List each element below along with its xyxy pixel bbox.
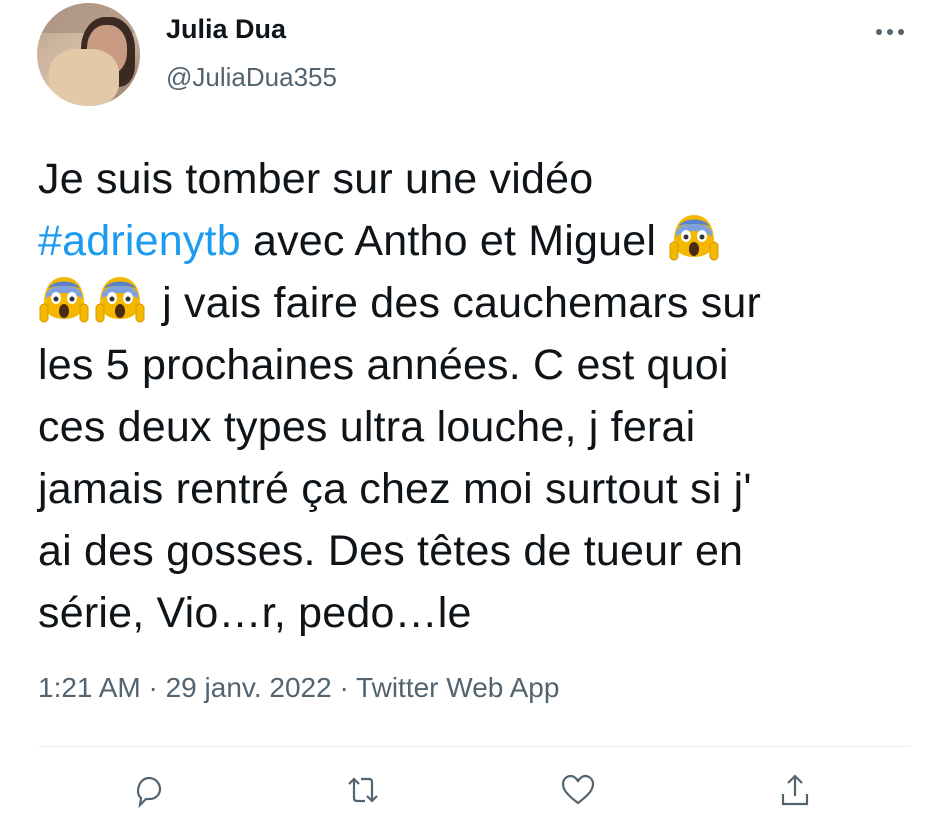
tweet-text-segment: ces deux types ultra louche, j ferai xyxy=(38,403,696,451)
tweet-timestamp[interactable]: 1:21 AM · 29 janv. 2022 · Twitter Web Ap… xyxy=(38,672,559,704)
tweet-text-segment: j vais faire des cauchemars sur xyxy=(150,279,762,327)
retweet-icon[interactable] xyxy=(343,770,391,817)
tweet-text-line: j vais faire des cauchemars sur xyxy=(38,272,918,334)
face-screaming-in-fear-icon xyxy=(38,273,90,325)
more-options-icon[interactable] xyxy=(868,18,912,46)
divider xyxy=(38,746,910,747)
avatar[interactable] xyxy=(37,3,140,106)
face-screaming-in-fear-icon xyxy=(668,211,720,263)
tweet-text-segment: Je suis tomber sur une vidéo xyxy=(38,155,594,203)
tweet-text-line: Je suis tomber sur une vidéo xyxy=(38,148,918,210)
face-screaming-in-fear-icon xyxy=(94,273,146,325)
user-handle[interactable]: @JuliaDua355 xyxy=(166,62,337,93)
heart-icon[interactable] xyxy=(558,770,606,817)
tweet-text-segment: les 5 prochaines années. C est quoi xyxy=(38,341,729,389)
tweet-text-segment: ai des gosses. Des têtes de tueur en xyxy=(38,527,744,575)
tweet-text: Je suis tomber sur une vidéo #adrienytb a… xyxy=(38,148,918,644)
tweet-text-line: les 5 prochaines années. C est quoi xyxy=(38,334,918,396)
display-name[interactable]: Julia Dua xyxy=(166,14,286,45)
reply-icon[interactable] xyxy=(128,770,176,817)
tweet-text-line: série, Vio…r, pedo…le xyxy=(38,582,918,644)
tweet-text-line: ces deux types ultra louche, j ferai xyxy=(38,396,918,458)
tweet-text-segment: avec Antho et Miguel xyxy=(240,217,669,265)
hashtag-link[interactable]: #adrienytb xyxy=(38,217,241,265)
tweet-actions xyxy=(0,770,945,817)
tweet-header: Julia Dua @JuliaDua355 xyxy=(0,0,945,120)
tweet-text-line: #adrienytb avec Antho et Miguel xyxy=(38,210,918,272)
tweet-text-line: jamais rentré ça chez moi surtout si j' xyxy=(38,458,918,520)
share-icon[interactable] xyxy=(775,770,823,817)
tweet-text-segment: jamais rentré ça chez moi surtout si j' xyxy=(38,465,752,513)
tweet-text-line: ai des gosses. Des têtes de tueur en xyxy=(38,520,918,582)
tweet-text-segment: série, Vio…r, pedo…le xyxy=(38,589,472,637)
